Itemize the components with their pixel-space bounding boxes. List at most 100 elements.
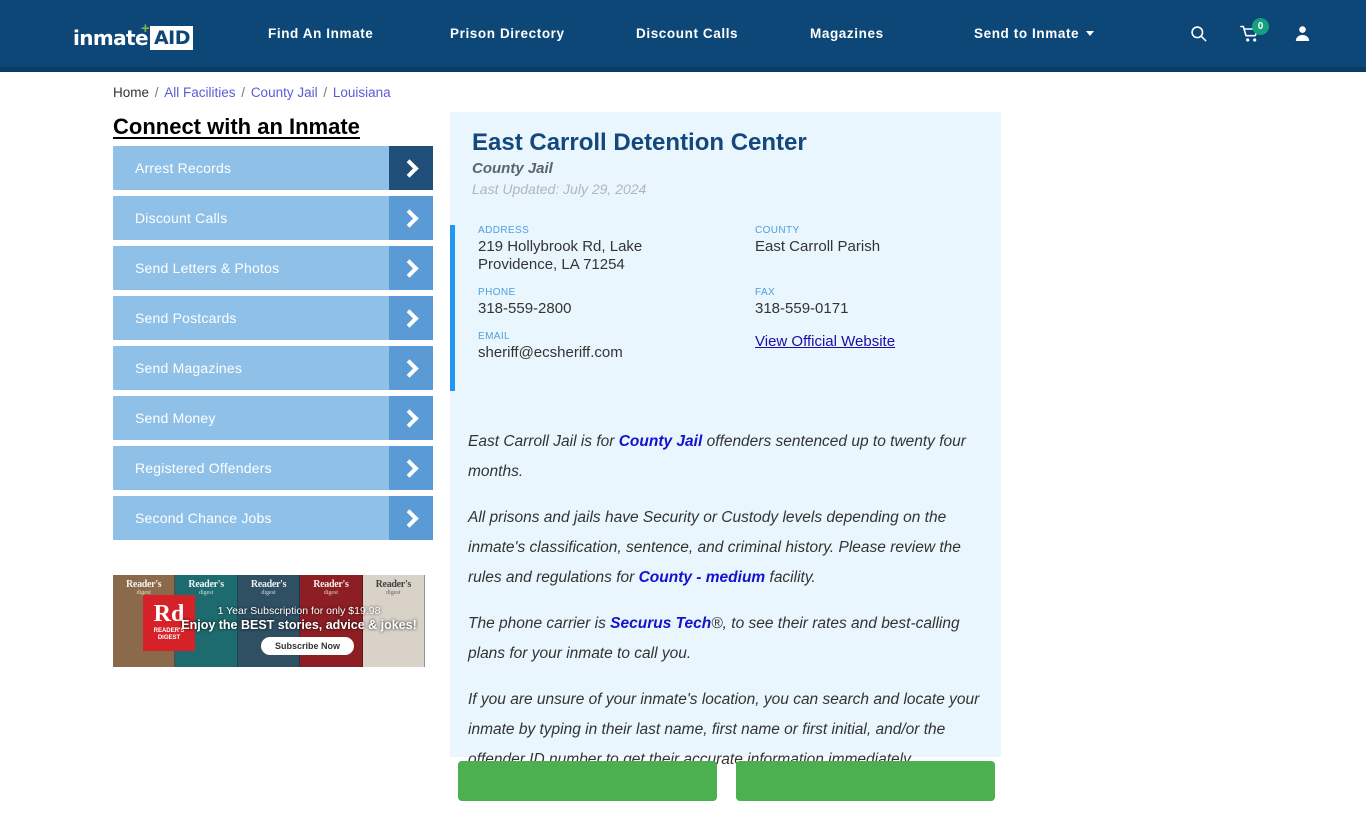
- sidebar-item-label: Send Money: [135, 410, 216, 426]
- facility-detail-card: East Carroll Detention Center County Jai…: [450, 112, 1001, 801]
- p3-text-a: The phone carrier is: [468, 615, 611, 632]
- info-cell-email: EMAIL sheriff@ecsheriff.com: [478, 331, 755, 375]
- info-label: FAX: [755, 287, 776, 298]
- logo-plus-icon: +: [141, 20, 150, 37]
- info-value: 219 Hollybrook Rd, Lake Providence, LA 7…: [478, 238, 643, 273]
- info-value: 318-559-0171: [755, 300, 849, 317]
- ad-cover-sub: digest: [323, 590, 339, 596]
- chevron-right-icon: [389, 296, 433, 340]
- sidebar-item-send-magazines[interactable]: Send Magazines: [113, 346, 433, 390]
- info-cell-phone: PHONE 318-559-2800: [478, 287, 755, 331]
- sidebar-item-registered-offenders[interactable]: Registered Offenders: [113, 446, 433, 490]
- sidebar-item-send-money[interactable]: Send Money: [113, 396, 433, 440]
- info-accent-bar: [450, 225, 455, 391]
- sidebar-item-label: Send Letters & Photos: [135, 260, 280, 276]
- breadcrumb-item-louisiana[interactable]: Louisiana: [333, 85, 391, 100]
- nav-label: Magazines: [810, 26, 884, 41]
- cart-button[interactable]: 0: [1224, 14, 1276, 54]
- logo-text-aid: AID: [149, 26, 194, 50]
- breadcrumb-item-home[interactable]: Home: [113, 85, 149, 100]
- facility-type: County Jail: [472, 160, 553, 177]
- sidebar-item-label: Send Postcards: [135, 310, 237, 326]
- sidebar-menu: Arrest Records Discount Calls Send Lette…: [113, 146, 433, 546]
- chevron-down-icon: [1086, 31, 1095, 36]
- breadcrumb: Home / All Facilities / County Jail / Lo…: [113, 85, 391, 100]
- top-navbar: inmate + AID Find An Inmate Prison Direc…: [0, 0, 1366, 67]
- ad-subscribe-button[interactable]: Subscribe Now: [261, 637, 355, 655]
- ad-cover-sub: digest: [386, 590, 401, 596]
- official-website-link[interactable]: View Official Website: [755, 333, 895, 350]
- info-label: ADDRESS: [478, 225, 530, 236]
- ad-cover-sub: digest: [261, 590, 276, 596]
- last-updated-text: Last Updated: July 29, 2024: [472, 181, 647, 197]
- breadcrumb-item-county-jail[interactable]: County Jail: [251, 85, 318, 100]
- primary-cta-button[interactable]: [458, 761, 717, 801]
- info-cell-website: View Official Website: [755, 331, 988, 375]
- county-jail-link[interactable]: County Jail: [619, 433, 703, 450]
- nav-item-magazines[interactable]: Magazines: [810, 26, 974, 41]
- registered-trademark-symbol: ®: [711, 615, 723, 632]
- cta-button-row: [450, 761, 1001, 801]
- chevron-right-icon: [389, 446, 433, 490]
- facility-info-block: ADDRESS 219 Hollybrook Rd, Lake Providen…: [450, 225, 1001, 391]
- search-button[interactable]: [1172, 14, 1224, 54]
- securus-tech-link[interactable]: Securus Tech: [610, 615, 711, 632]
- sidebar-item-send-letters-photos[interactable]: Send Letters & Photos: [113, 246, 433, 290]
- ad-cover-title: Reader's: [313, 579, 349, 590]
- description-paragraph-2: All prisons and jails have Security or C…: [468, 503, 988, 593]
- ad-headline: 1 Year Subscription for only $19.98: [217, 605, 381, 617]
- description-paragraph-3: The phone carrier is Securus Tech®, to s…: [468, 609, 988, 669]
- info-value: sheriff@ecsheriff.com: [478, 344, 623, 361]
- chevron-right-icon: [389, 496, 433, 540]
- facility-info-grid: ADDRESS 219 Hollybrook Rd, Lake Providen…: [478, 225, 988, 375]
- ad-cover-title: Reader's: [250, 579, 287, 590]
- nav-item-prison-directory[interactable]: Prison Directory: [450, 26, 636, 41]
- breadcrumb-separator: /: [319, 85, 331, 100]
- sidebar-item-second-chance-jobs[interactable]: Second Chance Jobs: [113, 496, 433, 540]
- sidebar-item-arrest-records[interactable]: Arrest Records: [113, 146, 433, 190]
- info-value: 318-559-2800: [478, 300, 572, 317]
- breadcrumb-item-all-facilities[interactable]: All Facilities: [164, 85, 235, 100]
- info-label: COUNTY: [755, 225, 800, 236]
- page-title: East Carroll Detention Center: [472, 129, 807, 156]
- sidebar-heading: Connect with an Inmate: [113, 114, 360, 139]
- info-value: East Carroll Parish: [755, 238, 881, 255]
- account-button[interactable]: [1276, 14, 1328, 54]
- county-medium-link[interactable]: County - medium: [639, 569, 766, 586]
- nav-item-discount-calls[interactable]: Discount Calls: [636, 26, 810, 41]
- site-logo[interactable]: inmate + AID: [73, 21, 194, 50]
- chevron-right-icon: [389, 396, 433, 440]
- ad-cover-title: Reader's: [126, 579, 162, 590]
- nav-label: Send to Inmate: [974, 26, 1080, 41]
- p2-text-b: facility.: [765, 569, 816, 586]
- nav-links: Find An Inmate Prison Directory Discount…: [268, 0, 1095, 67]
- info-label: PHONE: [478, 287, 516, 298]
- nav-item-find-an-inmate[interactable]: Find An Inmate: [268, 26, 450, 41]
- sidebar-item-label: Registered Offenders: [135, 460, 272, 476]
- search-icon: [1190, 26, 1206, 42]
- chevron-right-icon: [389, 246, 433, 290]
- nav-label: Find An Inmate: [268, 26, 374, 41]
- breadcrumb-separator: /: [151, 85, 163, 100]
- nav-label: Prison Directory: [450, 26, 565, 41]
- secondary-cta-button[interactable]: [736, 761, 995, 801]
- sidebar-item-discount-calls[interactable]: Discount Calls: [113, 196, 433, 240]
- info-cell-fax: FAX 318-559-0171: [755, 287, 988, 331]
- logo-text-inmate: inmate: [73, 26, 149, 50]
- info-cell-county: COUNTY East Carroll Parish: [755, 225, 988, 287]
- cart-count-badge: 0: [1252, 17, 1269, 35]
- ad-cover-title: Reader's: [188, 579, 224, 590]
- nav-label: Discount Calls: [636, 26, 739, 41]
- ad-subhead: Enjoy the BEST stories, advice & jokes!: [181, 618, 417, 632]
- chevron-right-icon: [389, 346, 433, 390]
- sidebar-item-label: Arrest Records: [135, 160, 232, 176]
- sidebar-item-label: Second Chance Jobs: [135, 510, 272, 526]
- sidebar-item-label: Send Magazines: [135, 360, 243, 376]
- ad-cover-title: Reader's: [375, 579, 412, 590]
- description-paragraph-1: East Carroll Jail is for County Jail off…: [468, 427, 988, 487]
- p1-text-a: East Carroll Jail is for: [468, 433, 619, 450]
- chevron-right-icon: [389, 146, 433, 190]
- advertisement-banner[interactable]: Reader's digest Reader's digest Reader's…: [113, 575, 425, 667]
- nav-item-send-to-inmate[interactable]: Send to Inmate: [974, 26, 1095, 41]
- sidebar-item-send-postcards[interactable]: Send Postcards: [113, 296, 433, 340]
